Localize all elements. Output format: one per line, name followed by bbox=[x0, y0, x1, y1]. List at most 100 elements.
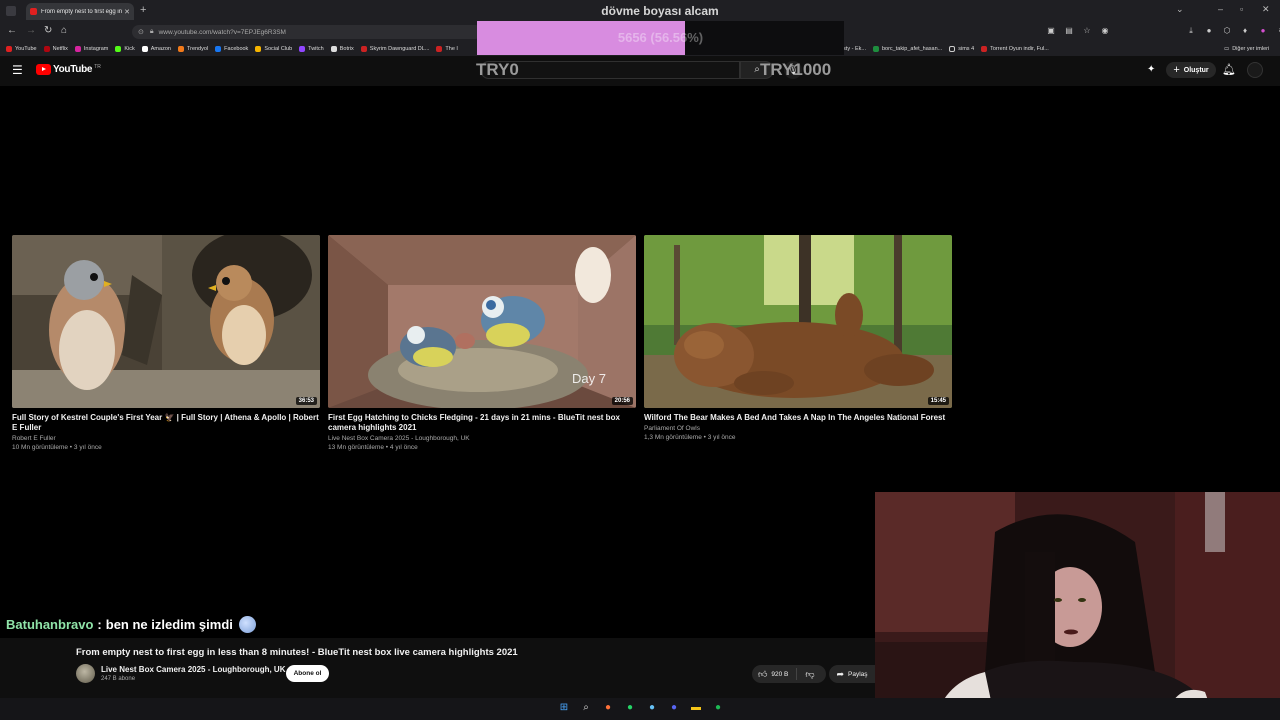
video-duration: 36:53 bbox=[295, 397, 317, 405]
video-card[interactable]: Day 7 20:56 First Egg Hatching to Chicks… bbox=[328, 235, 636, 451]
chat-text: ben ne izledim şimdi bbox=[105, 617, 233, 632]
star-icon[interactable]: ☆ bbox=[1082, 26, 1092, 36]
thumbnail-day-label: Day 7 bbox=[572, 371, 606, 386]
kebab-menu-icon[interactable]: ≡ bbox=[1276, 26, 1280, 36]
bookmark-borc-takip[interactable]: borc_takip_afet_hasan... bbox=[872, 46, 942, 52]
video-title[interactable]: Wilford The Bear Makes A Bed And Takes A… bbox=[644, 413, 952, 423]
close-tab-icon[interactable]: ✕ bbox=[124, 8, 130, 16]
bookmark-social-club[interactable]: Social Club bbox=[255, 46, 292, 52]
bookmark-amazon[interactable]: Amazon bbox=[141, 46, 171, 52]
donation-goal-max: TRY1000 bbox=[760, 60, 832, 79]
donation-goal-text: 5656 (56.56%) bbox=[617, 30, 704, 45]
video-channel[interactable]: Robert E Fuller bbox=[12, 435, 320, 442]
bookmark-torrent[interactable]: Torrent Oyun indir, Ful... bbox=[981, 46, 1049, 52]
like-button[interactable]: 👍︎ 920 B bbox=[752, 668, 798, 680]
reader-icon[interactable]: ▤ bbox=[1064, 26, 1074, 36]
plus-icon: + bbox=[1173, 64, 1180, 76]
bear-thumbnail-image bbox=[644, 235, 952, 408]
like-dislike-group: 👍︎ 920 B 👎︎ bbox=[752, 665, 826, 683]
video-channel[interactable]: Parliament Of Owls bbox=[644, 425, 952, 432]
bookmark-sims-folder[interactable]: sims 4 bbox=[949, 46, 974, 52]
minimize-icon[interactable]: – bbox=[1218, 4, 1223, 14]
youtube-favicon-icon bbox=[30, 8, 37, 15]
video-card[interactable]: 36:53 Full Story of Kestrel Couple's Fir… bbox=[12, 235, 320, 451]
extensions-icon[interactable]: ⬡ bbox=[1222, 26, 1232, 36]
tab-menu-icon[interactable] bbox=[6, 6, 16, 16]
video-meta: 13 Mn görüntüleme • 4 yıl önce bbox=[328, 444, 418, 451]
dislike-button[interactable]: 👎︎ bbox=[797, 669, 814, 680]
screenshot-icon[interactable]: ◉ bbox=[1100, 26, 1110, 36]
thumbs-down-icon: 👎︎ bbox=[805, 668, 815, 679]
file-explorer-icon[interactable]: ▬ bbox=[688, 700, 704, 716]
close-window-icon[interactable]: ✕ bbox=[1262, 4, 1270, 15]
avatar[interactable] bbox=[1247, 62, 1263, 78]
firefox-icon[interactable]: ● bbox=[600, 700, 616, 716]
bookmark-kick[interactable]: Kick bbox=[115, 46, 135, 52]
bell-icon[interactable]: 🔔︎ bbox=[1222, 63, 1236, 76]
thumbs-up-icon: 👍︎ bbox=[758, 668, 768, 679]
bookmark-trendyol[interactable]: Trendyol bbox=[177, 46, 208, 52]
chevron-down-icon[interactable]: ⌄ bbox=[1176, 4, 1184, 15]
lock-icon: 🔒︎ bbox=[149, 28, 154, 35]
cast-icon[interactable]: ✦ bbox=[1147, 64, 1155, 75]
bookmark-youtube[interactable]: YouTube bbox=[6, 46, 37, 52]
taskbar-icons: ⊞ ⌕ ● ● ● ● ▬ ● bbox=[556, 700, 726, 716]
youtube-logo[interactable]: YouTube TR bbox=[36, 64, 101, 75]
share-button[interactable]: ➦ Paylaş bbox=[829, 665, 875, 683]
channel-name[interactable]: Live Nest Box Camera 2025 - Loughborough… bbox=[101, 665, 285, 674]
menu-icon[interactable]: ☰ bbox=[12, 63, 23, 77]
site-info-icon[interactable]: ⊙ bbox=[138, 28, 144, 36]
maximize-icon[interactable]: ▫ bbox=[1240, 4, 1243, 14]
home-icon[interactable]: ⌂ bbox=[61, 25, 67, 36]
forward-icon[interactable]: → bbox=[26, 25, 36, 36]
video-title[interactable]: First Egg Hatching to Chicks Fledging - … bbox=[328, 413, 636, 433]
chat-separator: : bbox=[97, 617, 102, 632]
reload-icon[interactable]: ↻ bbox=[44, 25, 52, 36]
channel-avatar[interactable] bbox=[76, 664, 95, 683]
account-icon[interactable]: ● bbox=[1258, 26, 1268, 36]
create-button[interactable]: + Oluştur bbox=[1166, 62, 1216, 78]
subscribe-button[interactable]: Abone ol bbox=[286, 665, 329, 682]
bookmark-skyrim[interactable]: Skyrim Dawnguard DL... bbox=[360, 46, 429, 52]
video-duration: 15:45 bbox=[927, 397, 949, 405]
discord-icon[interactable]: ● bbox=[666, 700, 682, 716]
download-icon[interactable]: ⤓ bbox=[1186, 26, 1196, 36]
bookmark-instagram[interactable]: Instagram bbox=[74, 46, 108, 52]
steam-icon[interactable]: ● bbox=[644, 700, 660, 716]
profile-icon[interactable]: ● bbox=[1204, 26, 1214, 36]
bookmark-the[interactable]: The I bbox=[436, 46, 458, 52]
toolbar-icons: ▣ ▤ ☆ ◉ ⤓ ● ⬡ ♦ ● ≡ bbox=[1046, 26, 1280, 36]
search-input[interactable] bbox=[480, 61, 740, 79]
url-text: www.youtube.com/watch?v=7EPJEg6R3SM bbox=[158, 28, 286, 36]
video-main-title: From empty nest to first egg in less tha… bbox=[76, 647, 518, 658]
spotify-icon[interactable]: ● bbox=[710, 700, 726, 716]
new-tab-icon[interactable]: + bbox=[140, 4, 146, 16]
video-card[interactable]: 15:45 Wilford The Bear Makes A Bed And T… bbox=[644, 235, 952, 441]
windows-start-icon[interactable]: ⊞ bbox=[556, 700, 572, 716]
bookmark-twitch[interactable]: Twitch bbox=[299, 46, 324, 52]
search-icon[interactable]: ⌕ bbox=[578, 700, 594, 716]
youtube-play-icon bbox=[36, 64, 51, 75]
webcam-image bbox=[875, 492, 1280, 720]
bookmark-botrix[interactable]: Botrix bbox=[330, 46, 354, 52]
video-thumbnail[interactable]: Day 7 20:56 bbox=[328, 235, 636, 408]
browser-tab[interactable]: From empty nest to first egg in ✕ bbox=[26, 3, 134, 20]
stream-goal-title: dövme boyası alcam bbox=[601, 4, 719, 18]
other-bookmarks[interactable]: ▭ Diğer yer imleri bbox=[1224, 42, 1269, 56]
bookmark-facebook[interactable]: Facebook bbox=[215, 46, 248, 52]
video-channel[interactable]: Live Nest Box Camera 2025 - Loughborough… bbox=[328, 435, 636, 442]
back-icon[interactable]: ← bbox=[7, 25, 17, 36]
chat-username: Batuhanbravo bbox=[6, 617, 94, 632]
extension-icon[interactable]: ♦ bbox=[1240, 26, 1250, 36]
video-title[interactable]: Full Story of Kestrel Couple's First Yea… bbox=[12, 413, 320, 433]
bookmarks-bar-right: asty - Ek... borc_takip_afet_hasan... si… bbox=[840, 42, 1056, 56]
install-icon[interactable]: ▣ bbox=[1046, 26, 1056, 36]
video-duration: 20:56 bbox=[611, 397, 633, 405]
emote-icon bbox=[238, 616, 256, 633]
url-input[interactable]: ⊙ 🔒︎ www.youtube.com/watch?v=7EPJEg6R3SM bbox=[132, 25, 482, 39]
video-thumbnail[interactable]: 36:53 bbox=[12, 235, 320, 408]
tab-title: From empty nest to first egg in bbox=[41, 8, 123, 15]
video-thumbnail[interactable]: 15:45 bbox=[644, 235, 952, 408]
bookmark-netflix[interactable]: Netflix bbox=[43, 46, 68, 52]
whatsapp-icon[interactable]: ● bbox=[622, 700, 638, 716]
